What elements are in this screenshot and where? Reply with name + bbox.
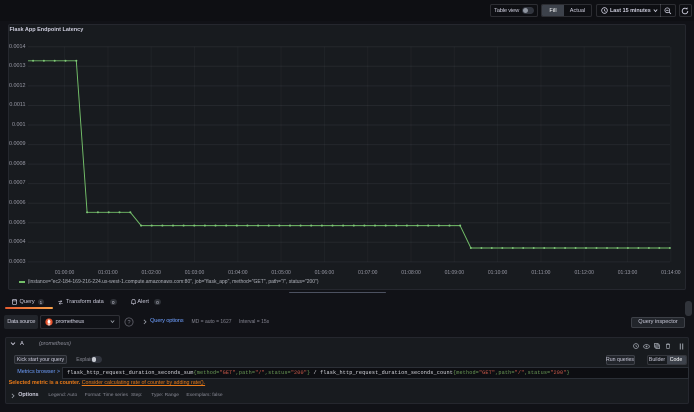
svg-text:?: ? — [127, 320, 130, 326]
